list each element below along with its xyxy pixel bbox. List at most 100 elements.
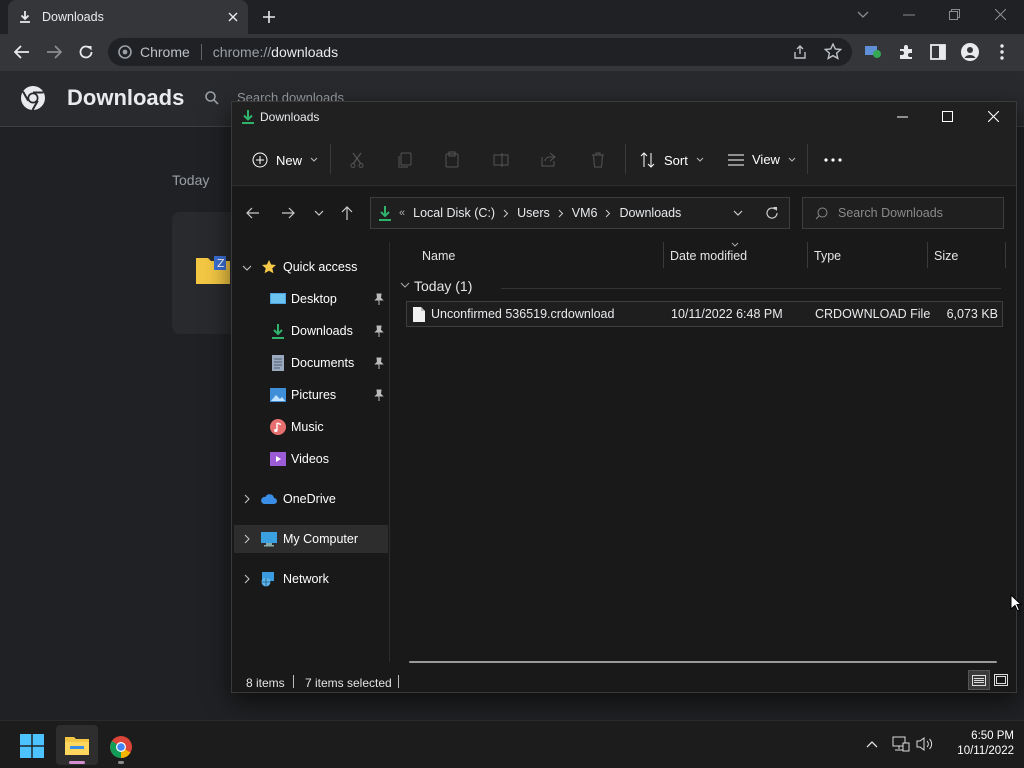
windows-start-icon[interactable] [20,734,44,758]
forward-icon[interactable] [46,45,62,59]
breadcrumb-overflow-icon[interactable]: « [399,207,405,219]
breadcrumb-item[interactable]: Downloads [619,206,681,220]
extensions-puzzle-icon[interactable] [898,44,914,60]
sort-arrows-icon [640,152,655,168]
forward-arrow-icon[interactable] [281,207,295,219]
zip-folder-icon: Z [196,256,230,284]
network-status-icon[interactable] [892,736,910,752]
column-header-name[interactable]: Name [415,242,663,270]
restore-icon[interactable] [949,9,960,20]
nav-item-videos[interactable]: Videos [232,445,390,473]
group-header-today[interactable]: Today (1) [414,278,472,294]
chevron-right-icon[interactable] [242,574,252,584]
up-arrow-icon[interactable] [341,206,353,220]
new-button[interactable]: New [252,152,318,168]
address-bar[interactable]: Chrome chrome://downloads [108,38,852,66]
column-header-type[interactable]: Type [807,242,927,270]
recent-locations-chevron-icon[interactable] [314,210,324,216]
rename-icon[interactable] [493,153,509,167]
breadcrumb-item[interactable]: VM6 [572,206,598,220]
selected-count: 7 items selected [305,676,392,690]
nav-item-network[interactable]: Network [232,565,390,593]
chrome-menu-icon[interactable] [1000,44,1004,60]
share-icon[interactable] [792,44,808,60]
chrome-logo-icon [21,86,45,111]
maximize-icon[interactable] [942,111,953,122]
more-options-icon[interactable] [824,158,842,162]
minimize-icon[interactable] [897,116,908,118]
extension-screen-icon[interactable] [864,43,882,60]
bookmark-star-icon[interactable] [824,43,842,60]
nav-item-my-computer[interactable]: My Computer [234,525,388,553]
documents-icon [272,355,284,371]
close-icon[interactable] [988,111,999,122]
cut-icon[interactable] [350,152,364,168]
table-row[interactable]: Unconfirmed 536519.crdownload 10/11/2022… [406,301,1003,327]
side-panel-icon[interactable] [930,44,946,60]
sort-button[interactable]: Sort [640,152,704,168]
view-lines-icon [728,154,744,165]
sort-indicator-icon [731,242,739,247]
reload-icon[interactable] [78,44,94,60]
videos-icon [270,452,286,466]
nav-item-pictures[interactable]: Pictures [232,381,390,409]
nav-item-music[interactable]: Music [232,413,390,441]
file-date: 10/11/2022 6:48 PM [671,307,783,321]
new-tab-icon[interactable] [262,10,276,24]
file-type: CRDOWNLOAD File [815,307,931,321]
address-history-chevron-icon[interactable] [733,210,743,216]
pin-icon[interactable] [374,293,384,305]
pin-icon[interactable] [374,389,384,401]
cmd-separator [625,144,626,174]
minimize-icon[interactable] [903,14,915,16]
copy-icon[interactable] [398,152,412,168]
paste-icon[interactable] [445,151,459,168]
show-hidden-icons-chevron-icon[interactable] [866,740,878,748]
delete-icon[interactable] [591,152,605,168]
pin-icon[interactable] [374,357,384,369]
chevron-right-icon [606,209,611,217]
sort-label: Sort [664,152,688,168]
tiles-view-icon[interactable] [994,674,1008,686]
tab-search-chevron-icon[interactable] [857,9,869,19]
column-header-size[interactable]: Size [927,242,1005,270]
refresh-icon[interactable] [765,206,779,220]
nav-label: Pictures [291,388,337,402]
nav-item-onedrive[interactable]: OneDrive [232,485,390,513]
plus-circle-icon [252,152,268,168]
profile-avatar-icon[interactable] [961,43,979,61]
chevron-down-icon[interactable] [242,263,252,273]
nav-item-downloads[interactable]: Downloads [232,317,390,345]
nav-item-desktop[interactable]: Desktop [232,285,390,313]
share-icon[interactable] [541,152,557,167]
pin-icon[interactable] [374,325,384,337]
taskbar-file-explorer[interactable] [56,725,98,765]
chevron-right-icon[interactable] [242,494,252,504]
breadcrumb[interactable]: « Local Disk (C:) Users VM6 Downloads [370,197,790,229]
system-clock[interactable]: 6:50 PM 10/11/2022 [944,729,1014,759]
breadcrumb-item[interactable]: Users [517,206,550,220]
nav-item-quick-access[interactable]: Quick access [232,253,390,281]
back-icon[interactable] [14,45,30,59]
nav-item-documents[interactable]: Documents [232,349,390,377]
horizontal-scrollbar[interactable] [409,661,997,663]
search-input[interactable]: Search Downloads [802,197,1004,229]
taskbar-chrome[interactable] [104,725,138,765]
music-icon [270,419,286,435]
details-view-button[interactable] [968,670,990,690]
item-count: 8 items [246,676,285,690]
chevron-right-icon[interactable] [242,534,252,544]
explorer-command-bar: New Sort View [232,132,1016,186]
breadcrumb-item[interactable]: Local Disk (C:) [413,206,495,220]
chrome-tab-downloads[interactable]: Downloads [8,0,248,34]
today-section-label: Today [172,172,210,188]
column-divider[interactable] [1005,242,1006,268]
chevron-right-icon [558,209,563,217]
close-window-icon[interactable] [995,9,1006,20]
url-scheme: chrome:// [212,44,272,60]
volume-icon[interactable] [916,736,934,752]
close-tab-icon[interactable] [228,12,238,22]
view-button[interactable]: View [728,152,796,167]
back-arrow-icon[interactable] [246,207,260,219]
group-collapse-chevron-icon[interactable] [400,282,410,289]
